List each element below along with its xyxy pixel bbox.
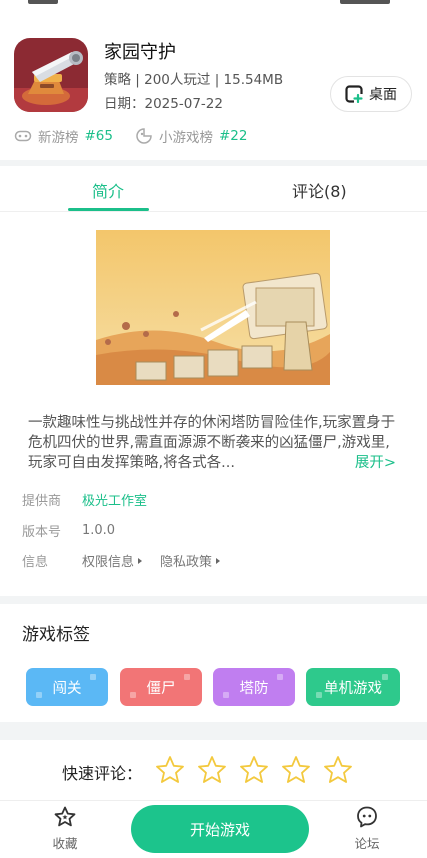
detail-content: 简介 评论(8) 一款趣味性与挑战性并存的休闲塔防冒险佳作,玩家置身于危机四伏的… <box>0 166 427 596</box>
mini-game-icon <box>136 128 152 144</box>
star-icon[interactable] <box>154 754 186 786</box>
add-to-desktop-button[interactable]: 桌面 <box>330 76 412 112</box>
tag-button[interactable]: 僵尸 <box>120 668 202 706</box>
privacy-label: 隐私政策 <box>160 555 213 570</box>
forum-label: 论坛 <box>354 836 380 851</box>
app-date: 日期：2025-07-22 <box>104 96 223 112</box>
version-label: 版本号 <box>22 525 62 540</box>
tag-button[interactable]: 闯关 <box>26 668 108 706</box>
permissions-label: 权限信息 <box>82 555 135 570</box>
app-title: 家园守护 <box>104 42 176 63</box>
permissions-link[interactable]: 权限信息 <box>82 551 143 570</box>
provider-link[interactable]: 极光工作室 <box>82 490 147 509</box>
caret-right-icon <box>216 557 221 564</box>
tab-comments[interactable]: 评论(8) <box>292 178 347 202</box>
rank-list: 新游榜 #65 小游戏榜 #22 <box>14 126 270 146</box>
status-bar <box>0 0 427 8</box>
description-text: 一款趣味性与挑战性并存的休闲塔防冒险佳作,玩家置身于危机四伏的世界,需直面源源不… <box>28 415 396 471</box>
app-meta: 策略 | 200人玩过 | 15.54MB <box>104 72 284 88</box>
start-game-button[interactable]: 开始游戏 <box>131 805 309 853</box>
version-row: 版本号 1.0.0 <box>22 521 115 540</box>
privacy-link[interactable]: 隐私政策 <box>160 551 221 570</box>
favorite-button[interactable]: 收藏 <box>40 805 90 852</box>
caret-right-icon <box>138 557 143 564</box>
star-icon[interactable] <box>238 754 270 786</box>
game-description: 一款趣味性与挑战性并存的休闲塔防冒险佳作,玩家置身于危机四伏的世界,需直面源源不… <box>28 413 400 473</box>
forum-button[interactable]: 论坛 <box>342 805 392 852</box>
quick-review-label: 快速评论： <box>62 764 143 783</box>
star-icon[interactable] <box>280 754 312 786</box>
gamepad-icon <box>14 130 32 142</box>
version-value: 1.0.0 <box>82 523 116 538</box>
info-label: 信息 <box>22 555 49 570</box>
favorite-label: 收藏 <box>52 836 78 851</box>
star-icon[interactable] <box>196 754 228 786</box>
star-rating <box>154 754 354 786</box>
provider-row: 提供商 极光工作室 <box>22 490 147 509</box>
star-icon[interactable] <box>322 754 354 786</box>
favorite-star-icon <box>54 806 76 827</box>
status-fragment <box>28 0 58 4</box>
rank-mini-games[interactable]: 小游戏榜 #22 <box>135 126 248 146</box>
rank-number: #22 <box>219 128 248 144</box>
expand-link[interactable]: 展开> <box>348 453 396 473</box>
rank-number: #65 <box>84 128 114 144</box>
quick-review: 快速评论： <box>0 740 427 800</box>
game-screenshot[interactable] <box>96 230 330 385</box>
app-icon <box>14 38 88 112</box>
tag-button[interactable]: 单机游戏 <box>306 668 400 706</box>
active-tab-indicator <box>68 208 149 211</box>
tab-bar: 简介 评论(8) <box>0 166 427 212</box>
add-to-desktop-label: 桌面 <box>369 87 397 103</box>
tab-intro[interactable]: 简介 <box>92 178 124 202</box>
status-fragment <box>340 0 390 4</box>
tags-section: 游戏标签 闯关 僵尸 塔防 单机游戏 <box>0 604 427 722</box>
provider-label: 提供商 <box>22 494 62 509</box>
info-row: 信息 权限信息 隐私政策 <box>22 551 238 570</box>
add-desktop-icon <box>345 85 363 103</box>
rank-new-games[interactable]: 新游榜 #65 <box>14 126 113 146</box>
tags-title: 游戏标签 <box>22 625 90 645</box>
rank-label: 新游榜 <box>38 130 79 146</box>
app-header: 家园守护 策略 | 200人玩过 | 15.54MB 日期：2025-07-22… <box>0 8 427 160</box>
bottom-action-bar: 收藏 开始游戏 论坛 <box>0 800 427 858</box>
rank-label: 小游戏榜 <box>159 130 213 146</box>
forum-chat-icon <box>357 806 377 828</box>
tag-button[interactable]: 塔防 <box>213 668 295 706</box>
